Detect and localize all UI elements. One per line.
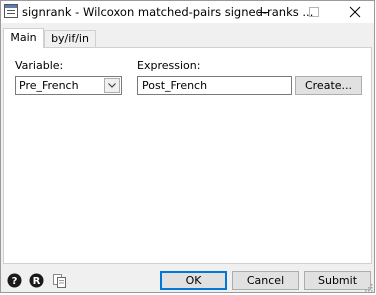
expression-value: Post_French [142, 79, 208, 92]
expression-label: Expression: [137, 59, 201, 72]
copy-command-icon[interactable] [52, 273, 67, 288]
expression-input[interactable]: Post_French [137, 76, 292, 95]
title-bar[interactable]: signrank - Wilcoxon matched-pairs signed… [1, 1, 374, 23]
close-button[interactable] [335, 1, 375, 23]
reset-icon[interactable]: R [29, 273, 44, 288]
tab-main[interactable]: Main [3, 28, 44, 48]
cancel-button[interactable]: Cancel [232, 271, 299, 290]
chevron-down-icon[interactable] [104, 78, 120, 93]
variable-value: Pre_French [19, 79, 79, 92]
minimize-button[interactable] [243, 1, 283, 23]
variable-combobox[interactable]: Pre_French [15, 76, 122, 95]
dialog-app-icon [4, 4, 18, 18]
submit-button[interactable]: Submit [304, 271, 371, 290]
resize-grip-icon[interactable] [364, 282, 373, 292]
create-button[interactable]: Create... [295, 76, 362, 95]
svg-text:?: ? [12, 276, 18, 287]
dialog-window: signrank - Wilcoxon matched-pairs signed… [0, 0, 375, 293]
help-icon[interactable]: ? [7, 273, 22, 288]
variable-label: Variable: [15, 59, 64, 72]
tab-by-if-in[interactable]: by/if/in [44, 30, 96, 48]
ok-button[interactable]: OK [160, 271, 227, 290]
svg-text:R: R [33, 276, 41, 287]
maximize-button[interactable] [294, 1, 334, 23]
